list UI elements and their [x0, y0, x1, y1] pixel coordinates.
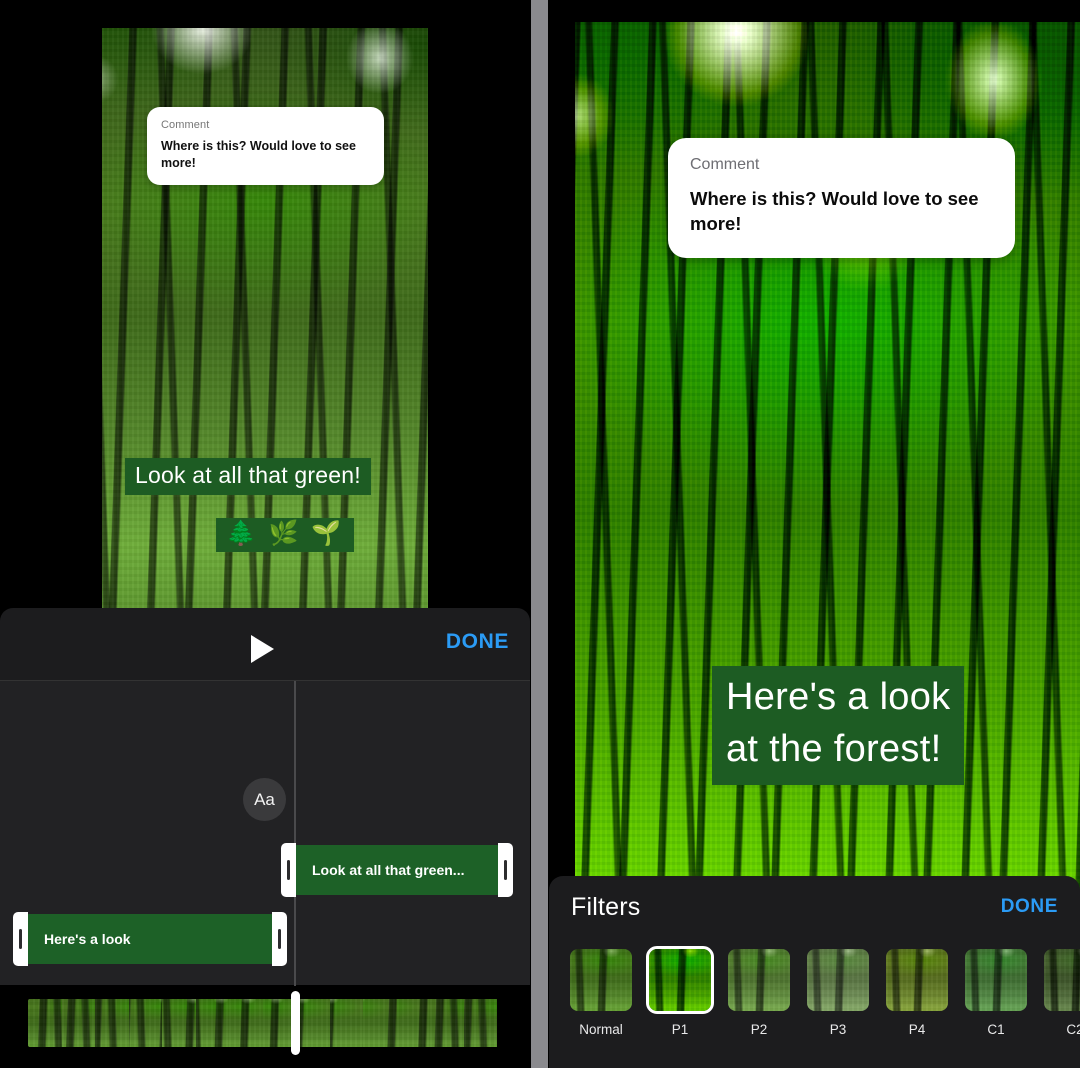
emoji-banner-left[interactable]: 🌲 🌿 🌱: [216, 518, 354, 552]
filmstrip-frame: [430, 999, 464, 1047]
filter-thumbnail[interactable]: [725, 946, 793, 1014]
filter-item-p3[interactable]: P3: [804, 946, 872, 1037]
filter-preview-image: [965, 949, 1027, 1011]
filmstrip-frame-image: [95, 999, 129, 1047]
right-screen: Comment Where is this? Would love to see…: [549, 0, 1080, 1068]
comment-label: Comment: [161, 119, 370, 131]
filter-preview-image: [728, 949, 790, 1011]
video-preview-left[interactable]: Comment Where is this? Would love to see…: [102, 28, 428, 626]
filters-header: Filters DONE: [549, 876, 1080, 938]
text-tool-label: Aa: [254, 790, 275, 810]
filter-thumbnail[interactable]: [962, 946, 1030, 1014]
filmstrip-frame-image: [363, 999, 397, 1047]
clip-handle-right[interactable]: [272, 912, 287, 966]
filmstrip-frame-image: [229, 999, 263, 1047]
caption-banner-right[interactable]: Here's a look at the forest!: [712, 666, 964, 785]
filter-preview-image: [807, 949, 869, 1011]
filter-label: P2: [725, 1022, 793, 1037]
left-screen: Comment Where is this? Would love to see…: [0, 0, 530, 1068]
done-button-left[interactable]: DONE: [446, 630, 509, 654]
filmstrip-frame-image: [397, 999, 431, 1047]
filter-label: P1: [646, 1022, 714, 1037]
filmstrip-frame: [62, 999, 96, 1047]
filter-label: C2: [1041, 1022, 1080, 1037]
filmstrip-frame-image: [430, 999, 464, 1047]
timeline-clip[interactable]: Look at all that green...: [294, 845, 500, 895]
filter-thumbnail[interactable]: [804, 946, 872, 1014]
filters-panel: Filters DONE Normal P1 P2 P3 P4 C1 C2: [549, 876, 1080, 1068]
filmstrip-frame: [196, 999, 230, 1047]
filmstrip-frame-image: [62, 999, 96, 1047]
filter-preview-image: [570, 949, 632, 1011]
filter-label: P4: [883, 1022, 951, 1037]
filmstrip-frame: [464, 999, 498, 1047]
filters-title: Filters: [571, 893, 640, 922]
filmstrip-frame: [397, 999, 431, 1047]
filter-item-p2[interactable]: P2: [725, 946, 793, 1037]
text-tool-button[interactable]: Aa: [243, 778, 286, 821]
comment-label: Comment: [690, 156, 993, 174]
filmstrip-frame-image: [330, 999, 364, 1047]
filmstrip-frame: [129, 999, 163, 1047]
clip-handle-left[interactable]: [281, 843, 296, 897]
comment-text: Where is this? Would love to see more!: [161, 138, 370, 171]
filter-thumbnail[interactable]: [567, 946, 635, 1014]
clip-handle-left[interactable]: [13, 912, 28, 966]
clip-label: Look at all that green...: [294, 862, 464, 878]
filmstrip-frame-image: [464, 999, 498, 1047]
filmstrip-frame: [95, 999, 129, 1047]
filmstrip-playhead[interactable]: [291, 991, 300, 1055]
filmstrip-frame: [162, 999, 196, 1047]
filter-item-normal[interactable]: Normal: [567, 946, 635, 1037]
filter-thumbnail[interactable]: [646, 946, 714, 1014]
filter-thumbnail[interactable]: [883, 946, 951, 1014]
filter-preview-image: [886, 949, 948, 1011]
filter-label: P3: [804, 1022, 872, 1037]
clip-handle-right[interactable]: [498, 843, 513, 897]
filmstrip-frame: [296, 999, 330, 1047]
filter-item-c1[interactable]: C1: [962, 946, 1030, 1037]
panel-divider: [531, 0, 548, 1068]
clip-label: Here's a look: [26, 931, 131, 947]
screenshot-stage: Comment Where is this? Would love to see…: [0, 0, 1080, 1068]
filmstrip-frame-image: [129, 999, 163, 1047]
comment-text: Where is this? Would love to see more!: [690, 187, 993, 236]
filter-item-p1[interactable]: P1: [646, 946, 714, 1037]
filmstrip-frame-image: [296, 999, 330, 1047]
editor-toolbar: DONE: [0, 608, 530, 680]
filmstrip-frame: [363, 999, 397, 1047]
filmstrip[interactable]: [28, 999, 502, 1047]
filmstrip-frame: [229, 999, 263, 1047]
comment-sticker-right[interactable]: Comment Where is this? Would love to see…: [668, 138, 1015, 258]
caption-banner-left[interactable]: Look at all that green!: [125, 458, 371, 495]
filter-thumbnail[interactable]: [1041, 946, 1080, 1014]
filmstrip-frame-image: [196, 999, 230, 1047]
comment-sticker-left[interactable]: Comment Where is this? Would love to see…: [147, 107, 384, 185]
filmstrip-frame-image: [28, 999, 62, 1047]
filter-preview-image: [1044, 949, 1080, 1011]
play-icon[interactable]: [251, 635, 274, 663]
filter-label: C1: [962, 1022, 1030, 1037]
filter-item-c2[interactable]: C2: [1041, 946, 1080, 1037]
timeline-clip[interactable]: Here's a look: [26, 914, 274, 964]
filter-label: Normal: [567, 1022, 635, 1037]
done-button-right[interactable]: DONE: [1001, 896, 1058, 918]
filter-list[interactable]: Normal P1 P2 P3 P4 C1 C2: [567, 946, 1080, 1037]
filmstrip-frame: [28, 999, 62, 1047]
filmstrip-frame-image: [162, 999, 196, 1047]
filter-item-p4[interactable]: P4: [883, 946, 951, 1037]
timeline-playhead-line: [294, 681, 296, 986]
filmstrip-frame: [330, 999, 364, 1047]
filter-preview-image: [649, 949, 711, 1011]
